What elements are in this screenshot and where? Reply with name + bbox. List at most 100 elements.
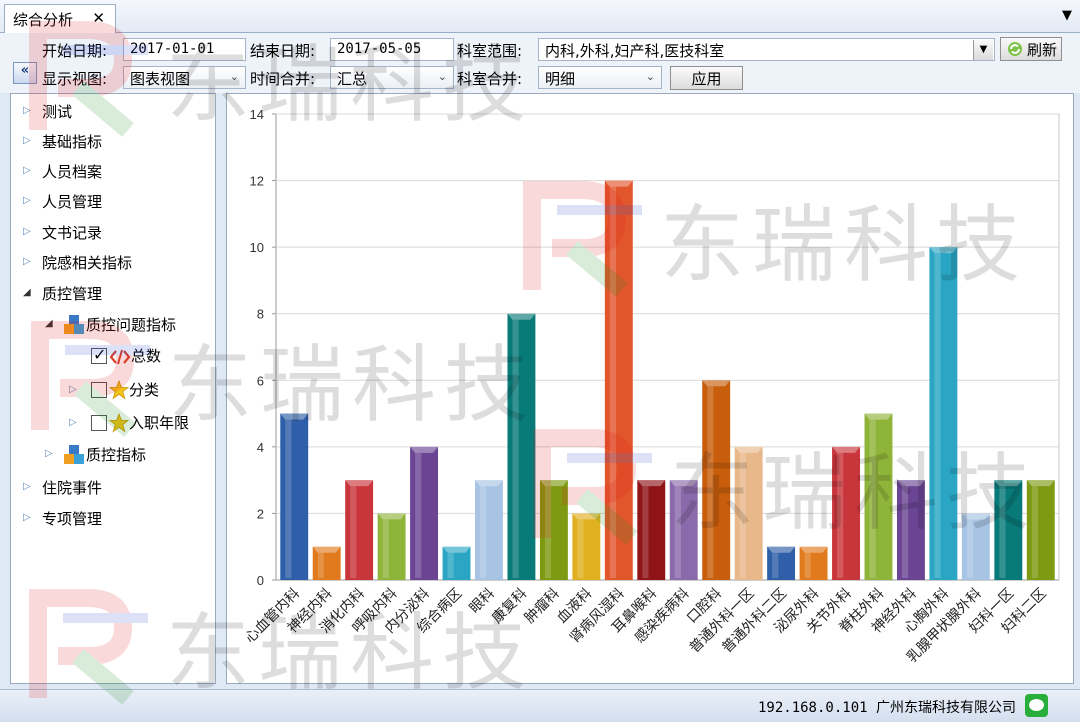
years-employed-checkbox[interactable] xyxy=(91,415,107,431)
bar-highlight xyxy=(285,419,292,578)
y-tick-label: 12 xyxy=(250,174,264,189)
bar-highlight xyxy=(317,552,324,578)
expand-icon[interactable]: ▷ xyxy=(23,165,31,176)
filter-toolbar: 开始日期: 2017-01-01 结束日期: 2017-05-05 科室范围: … xyxy=(0,33,1080,93)
collapse-panel-button[interactable]: « xyxy=(13,62,37,84)
bar[interactable] xyxy=(475,480,503,580)
bar[interactable] xyxy=(994,480,1023,580)
bar[interactable] xyxy=(637,480,666,580)
bar[interactable] xyxy=(702,380,731,580)
expand-icon[interactable]: ▷ xyxy=(23,256,31,267)
bar-highlight xyxy=(544,486,552,578)
bar-highlight xyxy=(480,486,487,578)
y-tick-label: 2 xyxy=(257,506,264,521)
bar-highlight xyxy=(966,519,974,578)
tree-item-label: 院感相关指标 xyxy=(42,254,133,272)
category-checkbox[interactable] xyxy=(91,382,107,398)
apply-button[interactable]: 应用 xyxy=(670,66,743,90)
expand-icon[interactable]: ▷ xyxy=(23,105,31,116)
collapse-icon[interactable]: ◢ xyxy=(45,318,53,329)
bar[interactable] xyxy=(410,446,439,580)
bar[interactable] xyxy=(377,513,406,580)
dept-merge-select[interactable]: 明细 ⌄ xyxy=(538,66,662,89)
wechat-icon[interactable] xyxy=(1025,694,1048,717)
expand-icon[interactable]: ▷ xyxy=(69,384,77,395)
view-select[interactable]: 图表视图 ⌄ xyxy=(123,66,246,89)
bar-highlight xyxy=(1031,486,1038,578)
time-merge-select[interactable]: 汇总 ⌄ xyxy=(330,66,454,89)
chevron-down-icon: ⌄ xyxy=(437,70,447,83)
bar[interactable] xyxy=(280,413,309,580)
collapse-icon[interactable]: ◢ xyxy=(23,287,31,298)
bar[interactable] xyxy=(345,480,374,580)
bar-highlight xyxy=(869,419,876,578)
bar-highlight xyxy=(674,486,681,578)
start-date-label: 开始日期: xyxy=(42,42,108,60)
bar[interactable] xyxy=(507,313,536,580)
tab-comprehensive-analysis[interactable]: 综合分析 ✕ xyxy=(4,4,116,34)
end-date-input[interactable]: 2017-05-05 xyxy=(330,38,454,61)
tree-item-label: 专项管理 xyxy=(42,510,103,528)
tree-item-label: 人员管理 xyxy=(42,193,103,211)
bar[interactable] xyxy=(312,546,341,580)
bar-body xyxy=(539,480,568,580)
star-icon xyxy=(109,413,129,433)
bar-body xyxy=(961,513,990,580)
star-icon xyxy=(109,380,129,400)
chevron-down-icon[interactable]: ▼ xyxy=(973,40,993,60)
start-date-input[interactable]: 2017-01-01 xyxy=(123,38,246,61)
cubes-icon xyxy=(64,445,84,464)
bar[interactable] xyxy=(832,446,860,580)
expand-icon[interactable]: ▷ xyxy=(23,226,31,237)
tree-item-label: 总数 xyxy=(131,347,162,365)
status-bar: 192.168.0.101 广州东瑞科技有限公司 xyxy=(0,689,1080,722)
close-icon[interactable]: ✕ xyxy=(92,9,105,27)
bar-body xyxy=(377,513,406,580)
bar-body xyxy=(929,247,958,580)
bar[interactable] xyxy=(929,247,958,580)
view-label: 显示视图: xyxy=(42,70,108,88)
bar[interactable] xyxy=(1026,480,1055,580)
tab-menu-icon[interactable]: ▼ xyxy=(1062,8,1072,23)
bar-chart: 02468101214心血管内科神经内科消化内科呼吸内科内分泌科综合病区 眼科康复… xyxy=(242,107,1060,666)
bar[interactable] xyxy=(539,480,568,580)
tree-item-label: 质控指标 xyxy=(86,446,147,464)
bar[interactable] xyxy=(864,413,893,580)
refresh-button-label: 刷新 xyxy=(1027,41,1058,59)
expand-icon[interactable]: ▷ xyxy=(23,195,31,206)
bar[interactable] xyxy=(799,546,828,580)
refresh-button[interactable]: 刷新 xyxy=(1000,37,1062,61)
expand-icon[interactable]: ▷ xyxy=(45,448,53,459)
bar[interactable] xyxy=(767,546,796,580)
y-tick-label: 0 xyxy=(257,573,264,588)
bar-body xyxy=(734,446,763,580)
bar[interactable] xyxy=(669,480,698,580)
tree-item-label: 住院事件 xyxy=(42,479,103,497)
total-checkbox[interactable] xyxy=(91,345,107,364)
chart-panel: 0 2 4 6 8 10 12 14 心血管内科 神经内科 消化内科 呼吸内科 内分泌科 综合病区 眼科 康复… xyxy=(226,93,1074,684)
bar[interactable] xyxy=(442,546,471,580)
bar[interactable] xyxy=(734,446,763,580)
bar-body xyxy=(1026,480,1055,580)
expand-icon[interactable]: ▷ xyxy=(23,481,31,492)
bar-body xyxy=(864,413,893,580)
bar-highlight xyxy=(739,452,746,578)
bar-highlight xyxy=(512,319,519,578)
dept-merge-label: 科室合并: xyxy=(457,70,523,88)
bar[interactable] xyxy=(896,480,925,580)
bar-body xyxy=(994,480,1023,580)
bar-highlight xyxy=(609,186,617,579)
expand-icon[interactable]: ▷ xyxy=(69,417,77,428)
bar-highlight xyxy=(837,452,844,578)
bar-highlight xyxy=(642,486,649,578)
bar[interactable] xyxy=(572,513,601,580)
dept-range-dropdown[interactable]: 内科,外科,妇产科,医技科室 ▼ xyxy=(538,38,995,61)
bar-body xyxy=(410,446,439,580)
bar[interactable] xyxy=(604,180,633,581)
dept-range-label: 科室范围: xyxy=(457,42,523,60)
cubes-icon xyxy=(64,315,84,334)
end-date-label: 结束日期: xyxy=(250,42,316,60)
expand-icon[interactable]: ▷ xyxy=(23,512,31,523)
bar[interactable] xyxy=(961,513,990,580)
expand-icon[interactable]: ▷ xyxy=(23,135,31,146)
